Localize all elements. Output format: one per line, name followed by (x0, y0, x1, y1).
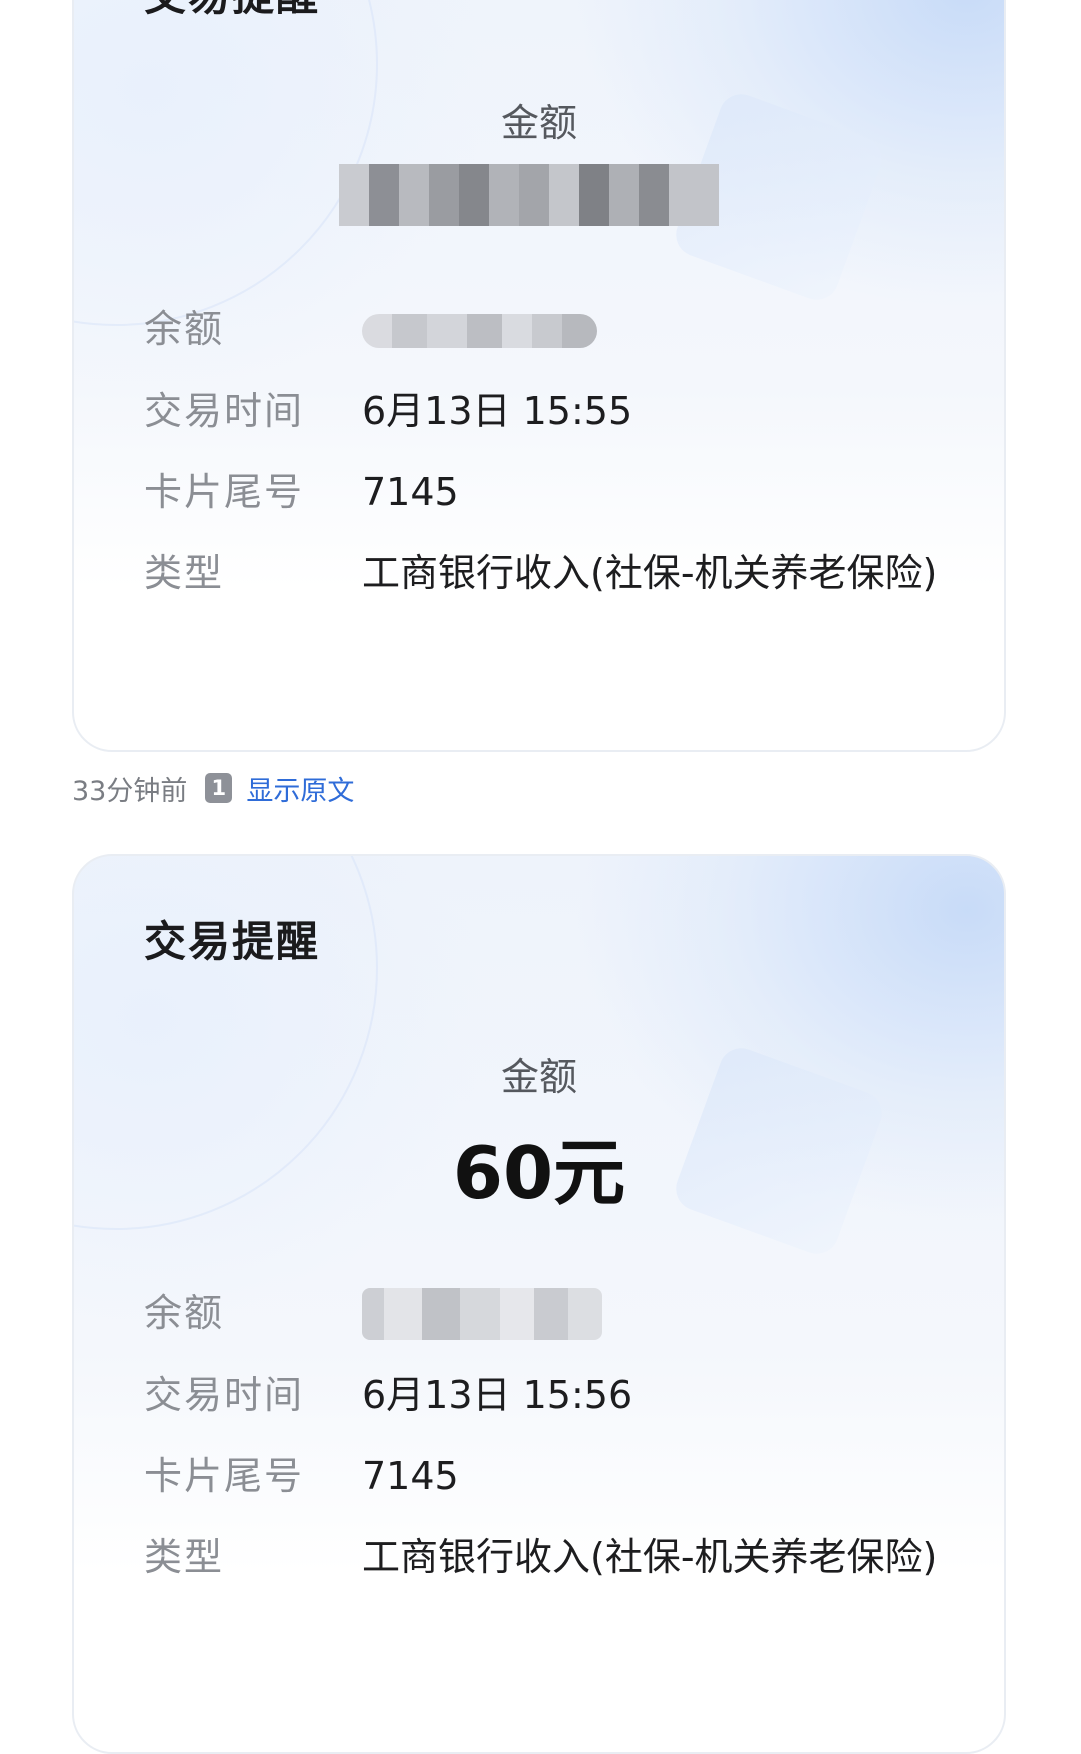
balance-value-redacted (362, 1288, 602, 1340)
transaction-type-label: 类型 (144, 1535, 225, 1579)
amount-value-redacted (339, 164, 719, 226)
transaction-card-2: 交易提醒 金额 60元 余额 交易时间 6月13日 15:56 卡片尾号 714… (72, 854, 1006, 1754)
card-decoration (74, 0, 378, 326)
transaction-time-label: 交易时间 (144, 1373, 305, 1417)
time-ago: 33分钟前 (72, 775, 188, 807)
transaction-time-label: 交易时间 (144, 389, 305, 433)
show-original-link[interactable]: 显示原文 (246, 769, 354, 808)
transaction-type-value: 工商银行收入(社保-机关养老保险) (362, 551, 938, 595)
amount-label: 金额 (500, 1055, 577, 1099)
card-title: 交易提醒 (144, 0, 320, 23)
card-title: 交易提醒 (144, 917, 321, 966)
balance-value-redacted (362, 314, 597, 348)
sim-card-icon: 1 (205, 773, 233, 803)
card-number-label: 卡片尾号 (144, 1454, 305, 1498)
card-number-value: 7145 (362, 1454, 459, 1498)
card-number-label: 卡片尾号 (144, 470, 305, 514)
message-meta: 33分钟前 1 显示原文 (72, 764, 354, 812)
transaction-type-label: 类型 (144, 551, 225, 595)
card-number-value: 7145 (362, 470, 459, 514)
balance-label: 余额 (144, 307, 225, 351)
transaction-time-value: 6月13日 15:56 (362, 1373, 633, 1417)
balance-label: 余额 (144, 1291, 225, 1335)
transaction-time-value: 6月13日 15:55 (362, 389, 633, 433)
amount-label: 金额 (500, 101, 577, 145)
transaction-card-1: 交易提醒 金额 余额 交易时间 6月13日 15:55 卡 (72, 0, 1006, 752)
transaction-type-value: 工商银行收入(社保-机关养老保险) (362, 1535, 938, 1579)
amount-value: 60元 (452, 1131, 626, 1215)
